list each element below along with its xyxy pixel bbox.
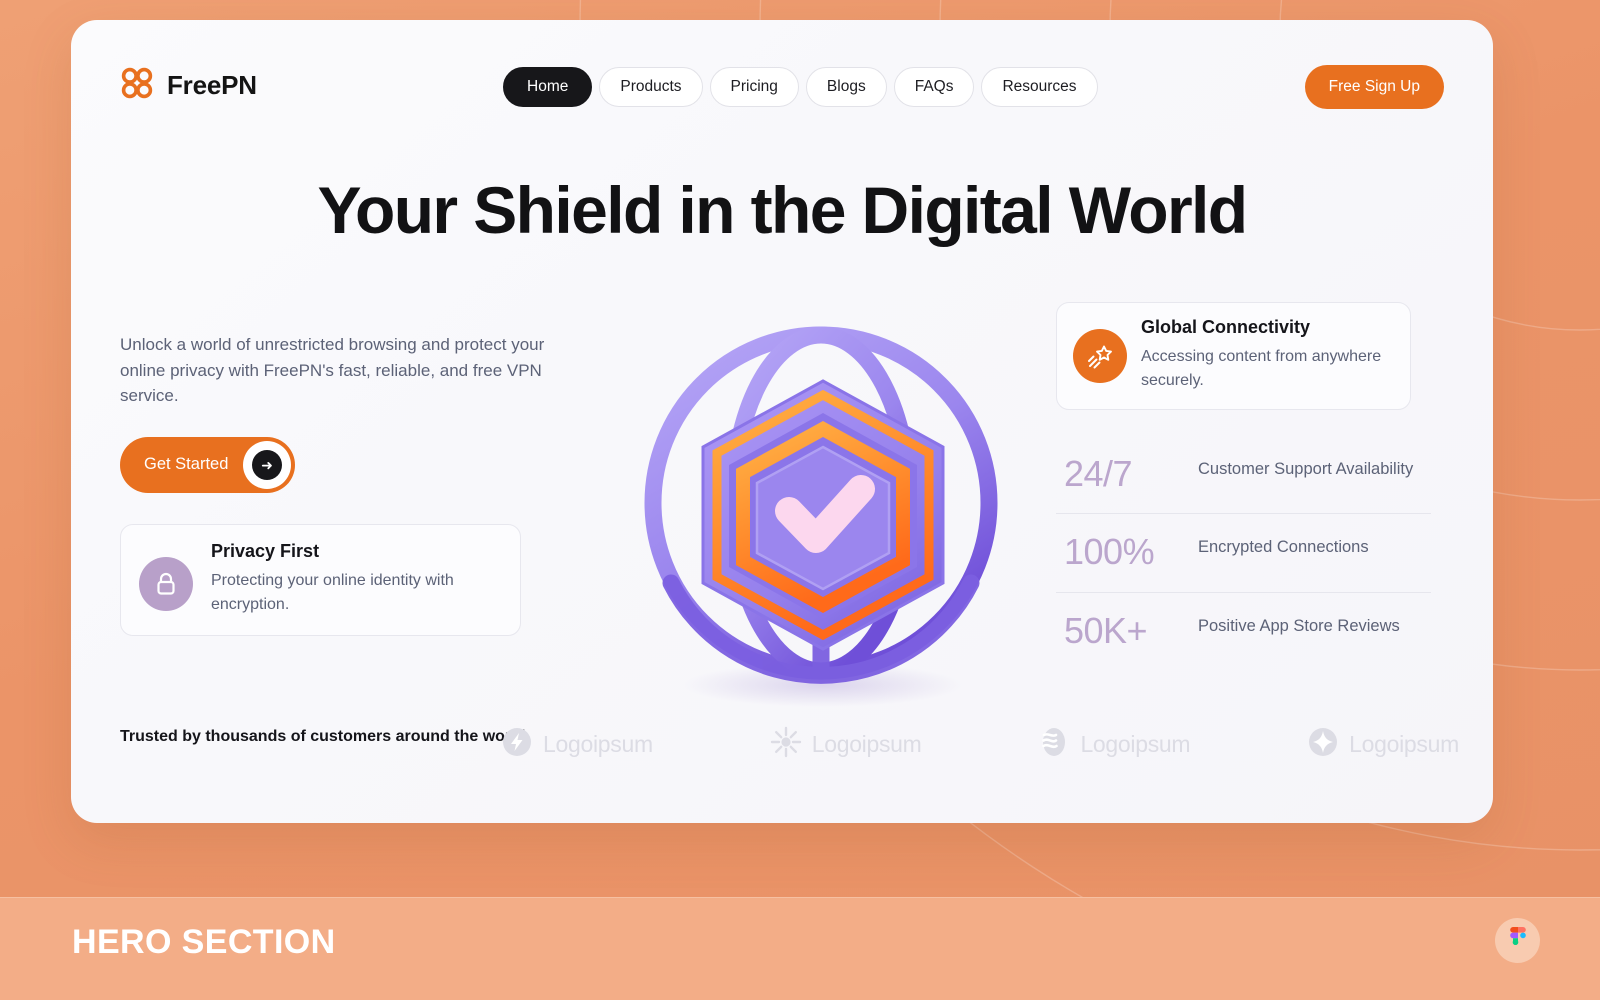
feature-card-global-connectivity[interactable]: Global Connectivity Accessing content fr… bbox=[1056, 302, 1411, 410]
logo-label: Logoipsum bbox=[811, 731, 922, 757]
stat-row: 50K+ Positive App Store Reviews bbox=[1056, 593, 1431, 670]
feature-desc-privacy: Protecting your online identity with enc… bbox=[211, 572, 454, 613]
clover-logo-icon bbox=[120, 66, 154, 105]
stat-label: Encrypted Connections bbox=[1198, 538, 1369, 557]
list-item: Logoipsum bbox=[501, 726, 653, 763]
free-sign-up-button[interactable]: Free Sign Up bbox=[1304, 65, 1444, 109]
logo-label: Logoipsum bbox=[543, 731, 653, 757]
figma-icon[interactable] bbox=[1495, 918, 1540, 963]
wave-oval-icon bbox=[1038, 726, 1070, 763]
stat-row: 100% Encrypted Connections bbox=[1056, 514, 1431, 593]
get-started-label: Get Started bbox=[144, 455, 229, 474]
diamond-circle-icon bbox=[1307, 726, 1339, 763]
feature-card-privacy-first[interactable]: Privacy First Protecting your online ide… bbox=[120, 524, 521, 636]
brand-logo[interactable]: FreePN bbox=[120, 66, 257, 105]
list-item: Logoipsum bbox=[1038, 726, 1191, 763]
partner-logos: Logoipsum Logoipsum Logoipsum Logoipsum bbox=[501, 726, 1459, 763]
globe-shield-illustration bbox=[611, 295, 1031, 715]
nav-item-resources[interactable]: Resources bbox=[981, 67, 1098, 107]
feature-title-global: Global Connectivity bbox=[1141, 317, 1311, 337]
stat-label: Customer Support Availability bbox=[1198, 460, 1414, 478]
stats-list: 24/7 Customer Support Availability 100% … bbox=[1056, 436, 1431, 670]
list-item: Logoipsum bbox=[770, 726, 922, 763]
hero-left-column: Unlock a world of unrestricted browsing … bbox=[120, 332, 550, 493]
main-navigation: Home Products Pricing Blogs FAQs Resourc… bbox=[503, 67, 1098, 107]
nav-item-faqs[interactable]: FAQs bbox=[893, 67, 975, 107]
stat-label: Positive App Store Reviews bbox=[1198, 616, 1400, 635]
stat-row: 24/7 Customer Support Availability bbox=[1056, 436, 1431, 515]
feature-desc-global: Accessing content from anywhere securely… bbox=[1141, 348, 1382, 389]
trusted-text: Trusted by thousands of customers around… bbox=[120, 728, 526, 745]
logo-label: Logoipsum bbox=[1349, 731, 1459, 757]
list-item: Logoipsum bbox=[1307, 726, 1459, 763]
stat-value: 100% bbox=[1064, 531, 1155, 573]
arrow-right-glyph: ➜ bbox=[252, 449, 282, 480]
arrow-right-icon: ➜ bbox=[243, 440, 291, 489]
get-started-button[interactable]: Get Started ➜ bbox=[120, 436, 295, 493]
site-header: FreePN Home Products Pricing Blogs FAQs … bbox=[71, 20, 1493, 152]
bolt-circle-icon bbox=[501, 726, 533, 763]
bottom-band: HERO SECTION bbox=[0, 897, 1600, 1000]
hero-card: FreePN Home Products Pricing Blogs FAQs … bbox=[71, 20, 1493, 823]
stat-value: 50K+ bbox=[1064, 609, 1148, 651]
nav-item-pricing[interactable]: Pricing bbox=[709, 67, 799, 107]
feature-title-privacy: Privacy First bbox=[211, 541, 320, 561]
section-label: HERO SECTION bbox=[72, 923, 336, 961]
nav-item-products[interactable]: Products bbox=[599, 67, 703, 107]
shooting-star-icon bbox=[1073, 329, 1127, 383]
page-title: Your Shield in the Digital World bbox=[317, 173, 1248, 247]
logo-label: Logoipsum bbox=[1080, 731, 1191, 757]
hero-lead-text: Unlock a world of unrestricted browsing … bbox=[120, 335, 545, 406]
brand-name: FreePN bbox=[167, 70, 257, 100]
lock-icon bbox=[139, 557, 193, 611]
nav-item-home[interactable]: Home bbox=[503, 67, 593, 107]
stat-value: 24/7 bbox=[1064, 453, 1133, 494]
sunburst-icon bbox=[770, 726, 802, 763]
nav-item-blogs[interactable]: Blogs bbox=[805, 67, 887, 107]
